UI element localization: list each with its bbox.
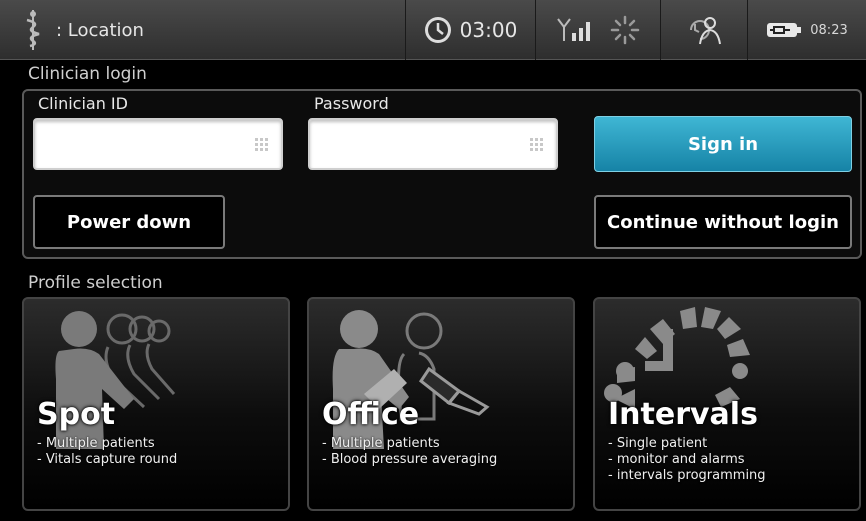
spot-line: - Multiple patients: [37, 436, 155, 451]
profile-card-spot[interactable]: Spot - Multiple patients - Vitals captur…: [22, 297, 290, 511]
intervals-line: - Single patient: [608, 436, 708, 451]
profile-card-office[interactable]: Office - Multiple patients - Blood press…: [307, 297, 575, 511]
timer-icon: [424, 17, 451, 43]
intervals-description: - Single patient - monitor and alarms - …: [608, 436, 766, 484]
status-bar: : Location 03:00 08:23: [0, 0, 866, 60]
office-description: - Multiple patients - Blood pressure ave…: [322, 436, 497, 468]
clinician-id-label: Clinician ID: [38, 94, 128, 113]
clinician-login-heading: Clinician login: [28, 64, 147, 84]
clock-value: 08:23: [810, 22, 848, 38]
connecting-icon: [610, 15, 640, 45]
power-down-button[interactable]: Power down: [33, 195, 225, 249]
clinician-id-input[interactable]: [33, 118, 283, 170]
interval-timer[interactable]: 03:00: [405, 0, 535, 60]
intervals-line: - monitor and alarms: [608, 452, 745, 467]
caduceus-icon: [26, 10, 40, 50]
office-title: Office: [322, 397, 420, 432]
battery-area[interactable]: 08:23: [747, 0, 866, 60]
password-input[interactable]: [308, 118, 558, 170]
password-label: Password: [314, 94, 389, 113]
location-area[interactable]: : Location: [0, 0, 405, 60]
location-label: : Location: [56, 19, 144, 41]
office-line: - Multiple patients: [322, 436, 440, 451]
profile-card-intervals[interactable]: Intervals - Single patient - monitor and…: [593, 297, 861, 511]
connectivity-area[interactable]: [535, 0, 660, 60]
office-line: - Blood pressure averaging: [322, 452, 498, 467]
intervals-title: Intervals: [608, 397, 758, 432]
keypad-icon: [255, 138, 268, 151]
spot-title: Spot: [37, 397, 116, 432]
spot-line: - Vitals capture round: [37, 452, 178, 467]
user-icon: [690, 17, 721, 45]
keypad-icon: [530, 138, 543, 151]
continue-without-login-button[interactable]: Continue without login: [594, 195, 852, 249]
sign-in-button[interactable]: Sign in: [594, 116, 852, 172]
intervals-line: - intervals programming: [608, 468, 766, 483]
profile-selection-heading: Profile selection: [28, 273, 163, 293]
user-area[interactable]: [660, 0, 747, 60]
signal-icon: [557, 18, 590, 41]
timer-value: 03:00: [459, 18, 518, 42]
spot-description: - Multiple patients - Vitals capture rou…: [37, 436, 177, 468]
battery-icon: [767, 23, 802, 37]
